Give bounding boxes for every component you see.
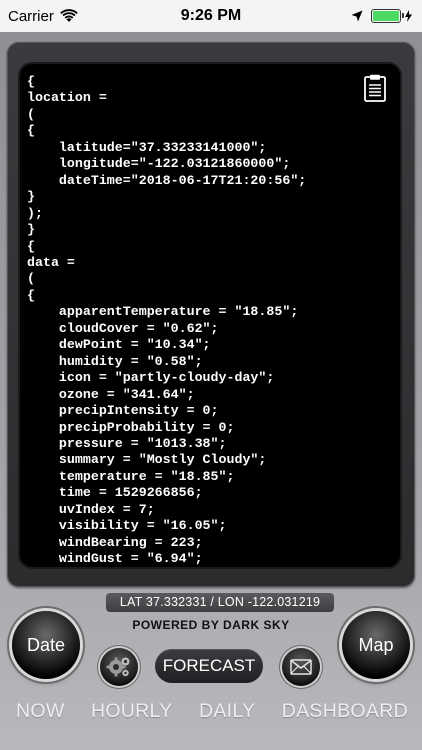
code-line: humidity = "0.58"; — [27, 353, 203, 369]
status-left: Carrier — [8, 8, 78, 25]
code-line: windBearing = 223; — [27, 534, 203, 550]
envelope-icon — [290, 659, 312, 675]
mail-button[interactable] — [282, 648, 320, 686]
code-line: cloudCover = "0.62"; — [27, 320, 219, 336]
settings-button[interactable] — [100, 648, 138, 686]
code-line: { — [27, 74, 35, 89]
tab-now[interactable]: NOW — [16, 700, 65, 734]
code-line: uvIndex = 7; — [27, 501, 155, 517]
tab-hourly[interactable]: HOURLY — [91, 700, 173, 734]
forecast-button[interactable]: FORECAST — [155, 649, 263, 683]
code-line: location = — [27, 90, 107, 106]
carrier-label: Carrier — [8, 7, 54, 25]
date-button[interactable]: Date — [12, 611, 80, 679]
code-line: } — [27, 189, 35, 205]
wifi-icon — [60, 9, 78, 22]
code-line: { — [27, 287, 35, 303]
code-line: pressure = "1013.38"; — [27, 435, 227, 451]
code-line: { — [27, 238, 35, 254]
code-line: apparentTemperature = "18.85"; — [27, 304, 299, 320]
location-arrow-icon — [351, 10, 363, 22]
code-line: time = 1529266856; — [27, 485, 203, 501]
code-line: icon = "partly-cloudy-day"; — [27, 370, 275, 386]
data-screen[interactable]: {location =({ latitude="37.33233141000";… — [20, 64, 400, 567]
map-button[interactable]: Map — [342, 611, 410, 679]
code-line: dateTime="2018-06-17T21:20:56"; — [27, 172, 307, 188]
code-line: precipIntensity = 0; — [27, 403, 219, 419]
code-line: visibility = "16.05"; — [27, 518, 227, 534]
status-bar: Carrier 9:26 PM — [0, 0, 422, 32]
code-line: latitude="37.33233141000"; — [27, 139, 267, 155]
clipboard-icon[interactable] — [364, 74, 386, 102]
charging-icon — [405, 10, 412, 22]
gears-icon — [106, 657, 130, 677]
code-line: ( — [27, 106, 35, 122]
code-line: } — [27, 222, 35, 238]
code-line: precipProbability = 0; — [27, 419, 235, 435]
code-line: temperature = "18.85"; — [27, 468, 235, 484]
tab-dashboard[interactable]: DASHBOARD — [282, 700, 408, 734]
bottom-tab-bar: NOW HOURLY DAILY DASHBOARD — [0, 700, 422, 734]
code-line: summary = "Mostly Cloudy"; — [27, 452, 267, 468]
code-line: { — [27, 123, 35, 139]
tab-daily[interactable]: DAILY — [199, 700, 255, 734]
code-line: dewPoint = "10.34"; — [27, 337, 211, 353]
code-line: ozone = "341.64"; — [27, 386, 195, 402]
display-frame: {location =({ latitude="37.33233141000";… — [7, 42, 415, 587]
code-line: ( — [27, 271, 35, 287]
code-line: longitude="-122.03121860000"; — [27, 156, 291, 172]
status-right — [351, 9, 412, 23]
lat-lon-readout: LAT 37.332331 / LON -122.031219 — [106, 593, 334, 612]
code-line: data = — [27, 254, 75, 270]
code-line: ); — [27, 205, 43, 221]
json-data-view: {location =({ latitude="37.33233141000";… — [27, 74, 394, 567]
battery-icon — [371, 9, 404, 23]
code-line: windGust = "6.94"; — [27, 551, 203, 567]
